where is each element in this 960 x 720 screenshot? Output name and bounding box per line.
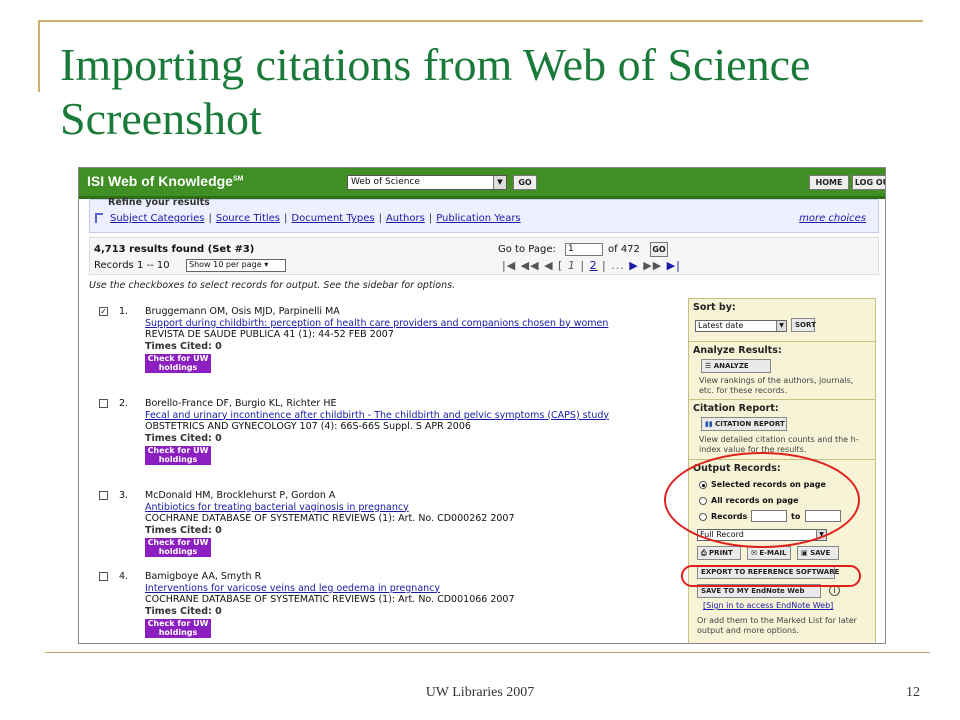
output-instructions: Use the checkboxes to select records for… [89,280,456,291]
per-page-select[interactable]: Show 10 per page ▾ [186,259,286,272]
disk-icon: ▣ [801,549,811,557]
record-authors: Borello-France DF, Burgio KL, Richter HE [145,398,337,409]
goto-page-label: Go to Page: [498,244,556,255]
prev-page-icon[interactable]: ◀ [544,259,553,272]
results-count: 4,713 results found (Set #3) [94,244,255,255]
record-authors: Bruggemann OM, Osis MJD, Parpinelli MA [145,306,340,317]
check-holdings-button[interactable]: Check for UW holdings [145,354,211,373]
save-button[interactable]: ▣ SAVE [797,546,839,560]
endnote-sign-in-link[interactable]: [Sign in to access EndNote Web] [703,601,833,610]
current-page: 1 [567,259,576,272]
analyze-button[interactable]: ☰ ANALYZE [701,359,771,373]
refine-authors[interactable]: Authors [386,213,425,224]
next-ten-icon[interactable]: ▶▶ [643,259,662,272]
top-bar: ISI Web of KnowledgeSM Web of Science ▼ G… [79,168,885,196]
logout-button[interactable]: LOG OU [852,175,885,190]
chevron-down-icon: ▾ [264,260,269,269]
refine-source-titles[interactable]: Source Titles [216,213,280,224]
record-number: 4. [119,571,129,582]
goto-page-input[interactable]: 1 [565,243,603,256]
record-times-cited: Times Cited: 0 [145,432,222,444]
separator: | [208,213,212,224]
db-go-button[interactable]: GO [513,175,537,190]
refine-publication-years[interactable]: Publication Years [436,213,520,224]
last-page-icon[interactable]: ▶| [667,259,681,272]
record-number: 2. [119,398,129,409]
check-holdings-button[interactable]: Check for UW holdings [145,538,211,557]
isi-logo: ISI Web of KnowledgeSM [87,173,244,189]
sort-heading: Sort by: [693,302,736,313]
separator: | [284,213,288,224]
email-button[interactable]: ✉ E-MAIL [747,546,791,560]
slide-title: Importing citations from Web of Science … [60,39,811,144]
citation-description: View detailed citation counts and the h-… [699,435,859,454]
annotation-circle-output-records [664,452,860,548]
record-title-link[interactable]: Support during childbirth: perception of… [145,318,645,330]
pager-ellipsis: ... [611,259,625,272]
record-checkbox[interactable] [99,572,108,581]
slide-top-rule [38,20,923,22]
record-checkbox[interactable]: ✓ [99,307,108,316]
citation-section: Citation Report: ▮▮ CITATION REPORT View… [689,400,875,460]
pager: |◀ ◀◀ ◀ [ 1 | 2 | ... ▶ ▶▶ ▶| [502,259,681,272]
results-summary: 4,713 results found (Set #3) Records 1 -… [89,237,879,275]
home-button[interactable]: HOME [809,175,849,190]
analyze-section: Analyze Results: ☰ ANALYZE View rankings… [689,342,875,400]
sort-select[interactable]: Latest date ▼ [695,320,787,332]
record-title-link[interactable]: Interventions for varicose veins and leg… [145,583,645,595]
next-page-icon[interactable]: ▶ [629,259,638,272]
bar-chart-icon: ▮▮ [705,420,716,428]
record-checkbox[interactable] [99,399,108,408]
refine-panel: Refine your results Subject Categories | S… [89,197,879,233]
printer-icon: ⎙ [701,549,710,557]
slide-page-number: 12 [906,685,920,700]
slide-bottom-rule [45,652,930,653]
check-holdings-button[interactable]: Check for UW holdings [145,446,211,465]
record-source: OBSTETRICS AND GYNECOLOGY 107 (4): 66S-6… [145,421,471,432]
analyze-heading: Analyze Results: [693,345,782,356]
goto-page-go-button[interactable]: GO [650,242,668,257]
prev-ten-icon[interactable]: ◀◀ [521,259,540,272]
list-icon: ☰ [705,362,714,370]
annotation-circle-export-button [681,565,861,587]
record-source: COCHRANE DATABASE OF SYSTEMATIC REVIEWS … [145,594,515,605]
refine-links: Subject Categories | Source Titles | Documen… [110,213,521,224]
refine-bracket-icon [95,213,103,223]
citation-report-button[interactable]: ▮▮ CITATION REPORT [701,417,787,431]
separator: | [378,213,382,224]
record-times-cited: Times Cited: 0 [145,605,222,617]
print-button[interactable]: ⎙ PRINT [697,546,741,560]
record-times-cited: Times Cited: 0 [145,340,222,352]
record-source: REVISTA DE SAUDE PUBLICA 41 (1): 44-52 F… [145,329,394,340]
citation-heading: Citation Report: [693,403,779,414]
sort-button[interactable]: SORT [791,318,816,332]
record-source: COCHRANE DATABASE OF SYSTEMATIC REVIEWS … [145,513,515,524]
refine-heading: Refine your results [108,197,210,208]
sort-section: Sort by: Latest date ▼ SORT [689,299,875,342]
records-range: Records 1 -- 10 [94,260,170,271]
database-select[interactable]: Web of Science ▼ [347,175,507,190]
slide-left-rule [38,20,40,92]
record-number: 3. [119,490,129,501]
separator: | [428,213,433,224]
analyze-description: View rankings of the authors, journals, … [699,376,854,395]
marked-list-text: Or add them to the Marked List for later… [697,616,857,635]
chevron-down-icon: ▼ [776,321,786,331]
record-title-link[interactable]: Fecal and urinary incontinence after chi… [145,410,645,422]
record-checkbox[interactable] [99,491,108,500]
slide-footer: UW Libraries 2007 [425,685,535,700]
record-title-link[interactable]: Antibiotics for treating bacterial vagin… [145,502,645,514]
record-times-cited: Times Cited: 0 [145,524,222,536]
page-link-2[interactable]: 2 [590,259,598,272]
more-choices-link[interactable]: more choices [799,213,866,224]
record-authors: Bamigboye AA, Smyth R [145,571,262,582]
refine-subject-categories[interactable]: Subject Categories [110,213,204,224]
total-pages: of 472 [608,244,640,255]
chevron-down-icon: ▼ [493,176,506,189]
first-page-icon[interactable]: |◀ [502,259,516,272]
record-number: 1. [119,306,129,317]
check-holdings-button[interactable]: Check for UW holdings [145,619,211,638]
refine-document-types[interactable]: Document Types [291,213,374,224]
record-authors: McDonald HM, Brocklehurst P, Gordon A [145,490,336,501]
